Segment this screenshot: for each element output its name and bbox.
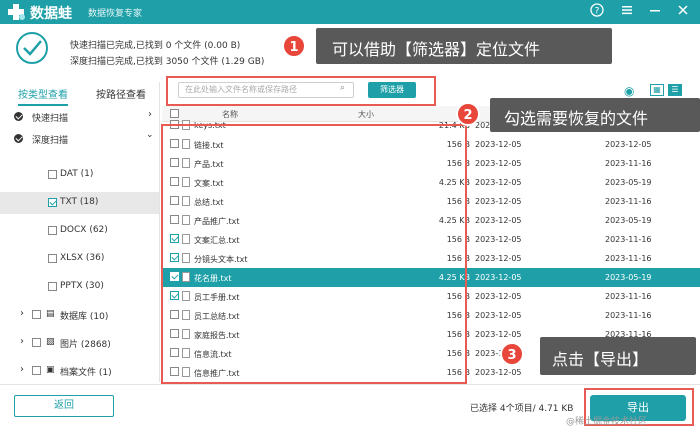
file-date: 2023-12-05: [475, 311, 522, 320]
minimize-icon[interactable]: [646, 3, 664, 21]
file-date: 2023-05-19: [605, 216, 652, 225]
file-date: 2023-11-16: [605, 197, 652, 206]
sidebar-item-label: TXT (18): [60, 197, 99, 207]
item-checkbox[interactable]: [48, 226, 57, 235]
file-date: 2023-12-05: [475, 140, 522, 149]
sidebar-item-txt[interactable]: TXT (18): [0, 192, 159, 214]
item-checkbox[interactable]: [32, 310, 41, 319]
item-checkbox[interactable]: [48, 282, 57, 291]
file-date: 2023-11-16: [605, 254, 652, 263]
sidebar-section-deep-scan[interactable]: 深度扫描 ⌄: [0, 128, 159, 150]
deep-scan-checkbox[interactable]: [14, 134, 23, 143]
file-date: 2023-12-05: [475, 159, 522, 168]
callout-1: 可以借助【筛选器】定位文件: [316, 28, 612, 64]
deep-scan-status: 深度扫描已完成,已找到 3050 个文件 (1.29 GB): [70, 57, 265, 67]
tab-by-path[interactable]: 按路径查看: [96, 86, 146, 101]
item-checkbox[interactable]: [48, 170, 57, 179]
archive-icon: ▣: [46, 365, 55, 375]
file-date: 2023-11-16: [605, 235, 652, 244]
file-date: 2023-12-05: [475, 178, 522, 187]
item-checkbox[interactable]: [48, 198, 57, 207]
callout-number-badge: 3: [500, 342, 524, 366]
filter-highlight-box: [166, 76, 436, 106]
callout-2: 勾选需要恢复的文件: [490, 98, 700, 132]
item-checkbox[interactable]: [32, 338, 41, 347]
image-icon: ▧: [46, 337, 55, 347]
file-date: 2023-12-05: [475, 273, 522, 282]
sidebar-item-label: DAT (1): [60, 169, 94, 179]
file-date: 2023-11-16: [605, 159, 652, 168]
callout-number-badge: 1: [282, 34, 306, 58]
eye-icon[interactable]: ◉: [624, 84, 634, 98]
database-icon: ▤: [46, 309, 55, 319]
app-name: 数据蛙: [30, 6, 72, 22]
chevron-right-icon[interactable]: ›: [20, 308, 24, 319]
svg-text:?: ?: [595, 7, 600, 17]
sidebar-item-label: PPTX (30): [60, 281, 104, 291]
file-date: 2023-12-05: [475, 368, 522, 377]
app-subtitle: 数据恢复专家: [88, 9, 143, 19]
file-date: 2023-12-05: [475, 235, 522, 244]
file-date: 2023-05-19: [605, 178, 652, 187]
watermark: @稀土掘金技术社区: [566, 417, 648, 427]
item-checkbox[interactable]: [48, 254, 57, 263]
callout-text: 点击【导出】: [552, 350, 649, 369]
sidebar-item-docx[interactable]: DOCX (62): [0, 220, 159, 242]
sidebar-item-xlsx[interactable]: XLSX (36): [0, 248, 159, 270]
file-date: 2023-11-16: [605, 292, 652, 301]
sidebar-section-quick-scan[interactable]: 快速扫描 ›: [0, 106, 159, 128]
menu-icon[interactable]: [618, 3, 636, 21]
scan-complete-check-icon: [16, 32, 48, 64]
callout-3: 点击【导出】: [540, 337, 696, 375]
selection-info: 已选择 4个项目/ 4.71 KB: [470, 404, 574, 414]
item-checkbox[interactable]: [32, 366, 41, 375]
tab-by-type[interactable]: 按类型查看: [18, 86, 68, 106]
sidebar-section-label: 快速扫描: [32, 114, 69, 124]
file-date: 2023-05-19: [605, 273, 652, 282]
sidebar-section-label: 深度扫描: [32, 136, 69, 146]
file-date: 2023-12-05: [475, 254, 522, 263]
title-bar: 数据蛙 数据恢复专家 ?: [0, 0, 700, 24]
callout-text: 勾选需要恢复的文件: [504, 109, 649, 128]
sidebar-item-database[interactable]: › ▤ 数据库 (10): [0, 304, 159, 326]
sidebar-item-label: XLSX (36): [60, 253, 105, 263]
sidebar-item-dat[interactable]: DAT (1): [0, 164, 159, 186]
sidebar: 按类型查看 按路径查看 快速扫描 › 深度扫描 ⌄ DAT (1) TXT (1…: [0, 82, 160, 382]
sidebar-item-label: 数据库 (10): [60, 312, 109, 322]
file-date: 2023-12-05: [475, 330, 522, 339]
sidebar-item-archives[interactable]: › ▣ 档案文件 (1): [0, 360, 159, 382]
close-icon[interactable]: [674, 3, 692, 21]
callout-text: 可以借助【筛选器】定位文件: [332, 40, 541, 59]
file-date: 2023-12-05: [475, 216, 522, 225]
sidebar-item-label: 图片 (2868): [60, 340, 111, 350]
file-date: 2023-12-05: [605, 140, 652, 149]
quick-scan-checkbox[interactable]: [14, 112, 23, 121]
frog-plus-logo: [8, 4, 25, 20]
sidebar-item-images[interactable]: › ▧ 图片 (2868): [0, 332, 159, 354]
chevron-right-icon[interactable]: ›: [148, 109, 152, 120]
file-list-highlight-box: [161, 124, 467, 384]
back-button[interactable]: 返回: [14, 395, 114, 417]
callout-number-badge: 2: [456, 102, 480, 126]
file-date: 2023-11-16: [605, 311, 652, 320]
quick-scan-status: 快速扫描已完成,已找到 0 个文件 (0.00 B): [70, 41, 241, 51]
chevron-right-icon[interactable]: ›: [20, 364, 24, 375]
chevron-down-icon[interactable]: ⌄: [146, 130, 154, 140]
sidebar-item-pptx[interactable]: PPTX (30): [0, 276, 159, 298]
grid-view-icon[interactable]: ▦: [650, 84, 664, 96]
chevron-right-icon[interactable]: ›: [20, 336, 24, 347]
file-date: 2023-12-05: [475, 197, 522, 206]
list-view-icon[interactable]: ☰: [668, 84, 682, 96]
sidebar-item-label: DOCX (62): [60, 225, 108, 235]
sidebar-item-label: 档案文件 (1): [60, 368, 112, 378]
file-date: 2023-12-05: [475, 292, 522, 301]
help-icon[interactable]: ?: [588, 3, 606, 21]
